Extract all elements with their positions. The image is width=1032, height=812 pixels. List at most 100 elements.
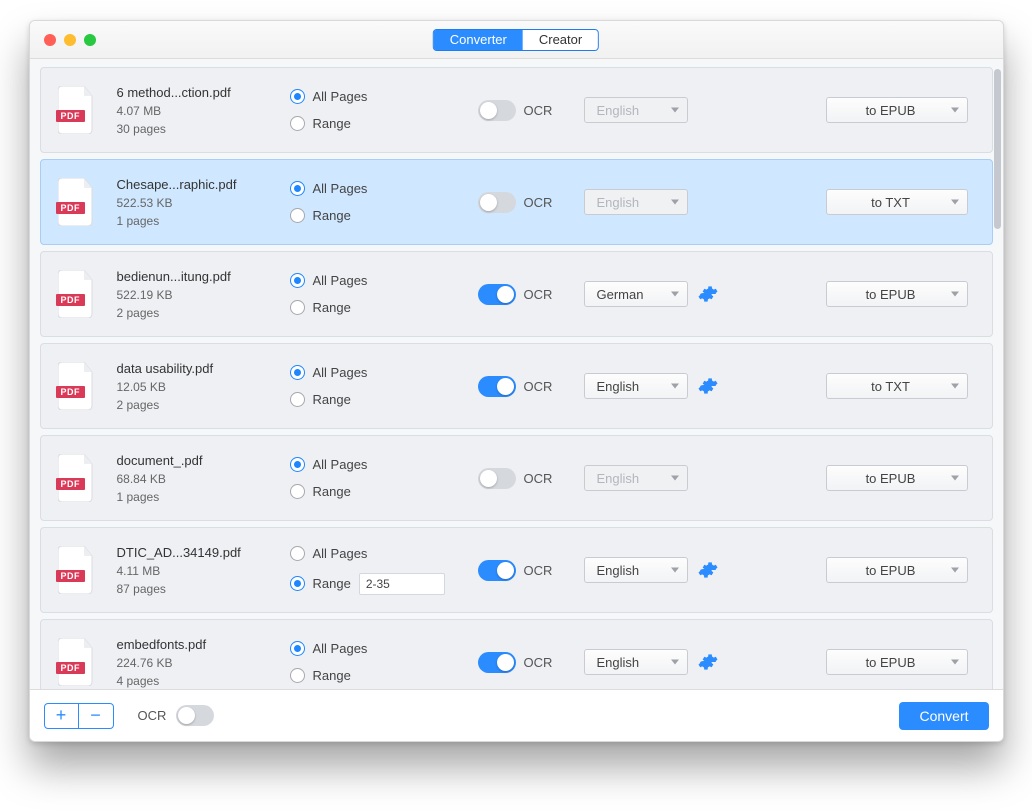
- output-format-select[interactable]: to EPUB: [826, 649, 968, 675]
- file-info: document_.pdf68.84 KB1 pages: [117, 453, 272, 504]
- all-pages-label: All Pages: [313, 546, 368, 561]
- file-info: DTIC_AD...34149.pdf4.11 MB87 pages: [117, 545, 272, 596]
- file-icon-col: PDF: [55, 270, 99, 318]
- chevron-down-icon: [951, 568, 959, 573]
- gear-icon[interactable]: [698, 376, 718, 396]
- convert-button[interactable]: Convert: [899, 702, 988, 730]
- language-value: English: [597, 379, 640, 394]
- output-format-select[interactable]: to EPUB: [826, 465, 968, 491]
- range-radio[interactable]: [290, 668, 305, 683]
- file-pages: 30 pages: [117, 122, 272, 136]
- range-radio[interactable]: [290, 116, 305, 131]
- file-row[interactable]: PDFdata usability.pdf12.05 KB2 pagesAll …: [40, 343, 993, 429]
- minimize-icon[interactable]: [64, 34, 76, 46]
- range-radio[interactable]: [290, 392, 305, 407]
- tab-creator[interactable]: Creator: [523, 30, 598, 50]
- output-format-value: to EPUB: [866, 471, 916, 486]
- ocr-toggle[interactable]: [478, 100, 516, 121]
- all-pages-label: All Pages: [313, 181, 368, 196]
- output-format-value: to EPUB: [866, 103, 916, 118]
- all-pages-label: All Pages: [313, 273, 368, 288]
- file-size: 4.07 MB: [117, 104, 272, 118]
- language-select[interactable]: English: [584, 373, 688, 399]
- file-row[interactable]: PDF Chesape...raphic.pdf522.53 KB1 pages A…: [40, 159, 993, 245]
- file-row[interactable]: PDF document_.pdf68.84 KB1 pages All Pages…: [40, 435, 993, 521]
- pdf-file-icon: PDF: [58, 270, 96, 318]
- chevron-down-icon: [951, 476, 959, 481]
- all-pages-radio[interactable]: [290, 273, 305, 288]
- all-pages-radio[interactable]: [290, 546, 305, 561]
- output-format-select[interactable]: to EPUB: [826, 557, 968, 583]
- page-range-col: All PagesRange: [290, 365, 460, 407]
- all-pages-option: All Pages: [290, 365, 460, 380]
- gear-icon[interactable]: [698, 284, 718, 304]
- file-row[interactable]: PDF6 method...ction.pdf4.07 MB30 pagesAl…: [40, 67, 993, 153]
- all-pages-radio[interactable]: [290, 89, 305, 104]
- pdf-badge: PDF: [56, 202, 86, 214]
- output-format-col: to EPUB: [752, 557, 978, 583]
- page-range-col: All Pages Range: [290, 273, 460, 315]
- file-name: document_.pdf: [117, 453, 272, 468]
- file-name: embedfonts.pdf: [117, 637, 272, 652]
- add-button[interactable]: +: [45, 704, 79, 728]
- chevron-down-icon: [951, 108, 959, 113]
- pdf-file-icon: PDF: [58, 362, 96, 410]
- scrollbar-thumb[interactable]: [994, 69, 1001, 229]
- ocr-toggle[interactable]: [478, 560, 516, 581]
- all-pages-radio[interactable]: [290, 181, 305, 196]
- range-label: Range: [313, 668, 351, 683]
- range-radio[interactable]: [290, 484, 305, 499]
- all-pages-radio[interactable]: [290, 641, 305, 656]
- language-col: English: [584, 97, 734, 123]
- gear-icon[interactable]: [698, 652, 718, 672]
- zoom-icon[interactable]: [84, 34, 96, 46]
- file-pages: 2 pages: [117, 398, 272, 412]
- file-icon-col: PDF: [55, 546, 99, 594]
- range-option: Range: [290, 300, 460, 315]
- language-select[interactable]: English: [584, 649, 688, 675]
- range-radio[interactable]: [290, 300, 305, 315]
- global-ocr-toggle[interactable]: [176, 705, 214, 726]
- file-info: embedfonts.pdf224.76 KB4 pages: [117, 637, 272, 688]
- file-pages: 2 pages: [117, 306, 272, 320]
- output-format-select[interactable]: to TXT: [826, 189, 968, 215]
- page-range-col: All PagesRange: [290, 181, 460, 223]
- chevron-down-icon: [951, 292, 959, 297]
- language-col: English: [584, 649, 734, 675]
- chevron-down-icon: [951, 384, 959, 389]
- ocr-label: OCR: [524, 655, 553, 670]
- output-format-select[interactable]: to EPUB: [826, 97, 968, 123]
- file-row[interactable]: PDF DTIC_AD...34149.pdf4.11 MB87 pages All…: [40, 527, 993, 613]
- ocr-toggle[interactable]: [478, 192, 516, 213]
- range-radio[interactable]: [290, 576, 305, 591]
- close-icon[interactable]: [44, 34, 56, 46]
- output-format-col: to EPUB: [752, 97, 978, 123]
- pdf-badge: PDF: [56, 294, 86, 306]
- chevron-down-icon: [671, 200, 679, 205]
- file-icon-col: PDF: [55, 454, 99, 502]
- page-range-col: All PagesRange: [290, 546, 460, 595]
- remove-button[interactable]: −: [79, 704, 113, 728]
- file-info: Chesape...raphic.pdf522.53 KB1 pages: [117, 177, 272, 228]
- all-pages-radio[interactable]: [290, 365, 305, 380]
- file-row[interactable]: PDFbedienun...itung.pdf522.19 KB2 pagesA…: [40, 251, 993, 337]
- range-radio[interactable]: [290, 208, 305, 223]
- gear-icon[interactable]: [698, 560, 718, 580]
- pdf-file-icon: PDF: [58, 546, 96, 594]
- file-row[interactable]: PDFembedfonts.pdf224.76 KB4 pagesAll Pag…: [40, 619, 993, 689]
- chevron-down-icon: [951, 200, 959, 205]
- ocr-toggle[interactable]: [478, 376, 516, 397]
- all-pages-radio[interactable]: [290, 457, 305, 472]
- output-format-value: to TXT: [871, 195, 910, 210]
- ocr-toggle[interactable]: [478, 468, 516, 489]
- language-select[interactable]: German: [584, 281, 688, 307]
- language-select[interactable]: English: [584, 557, 688, 583]
- output-format-select[interactable]: to EPUB: [826, 281, 968, 307]
- tab-converter[interactable]: Converter: [434, 30, 523, 50]
- ocr-toggle[interactable]: [478, 284, 516, 305]
- all-pages-option: All Pages: [290, 546, 460, 561]
- ocr-toggle[interactable]: [478, 652, 516, 673]
- range-input[interactable]: [359, 573, 445, 595]
- output-format-select[interactable]: to TXT: [826, 373, 968, 399]
- page-range-col: All PagesRange: [290, 457, 460, 499]
